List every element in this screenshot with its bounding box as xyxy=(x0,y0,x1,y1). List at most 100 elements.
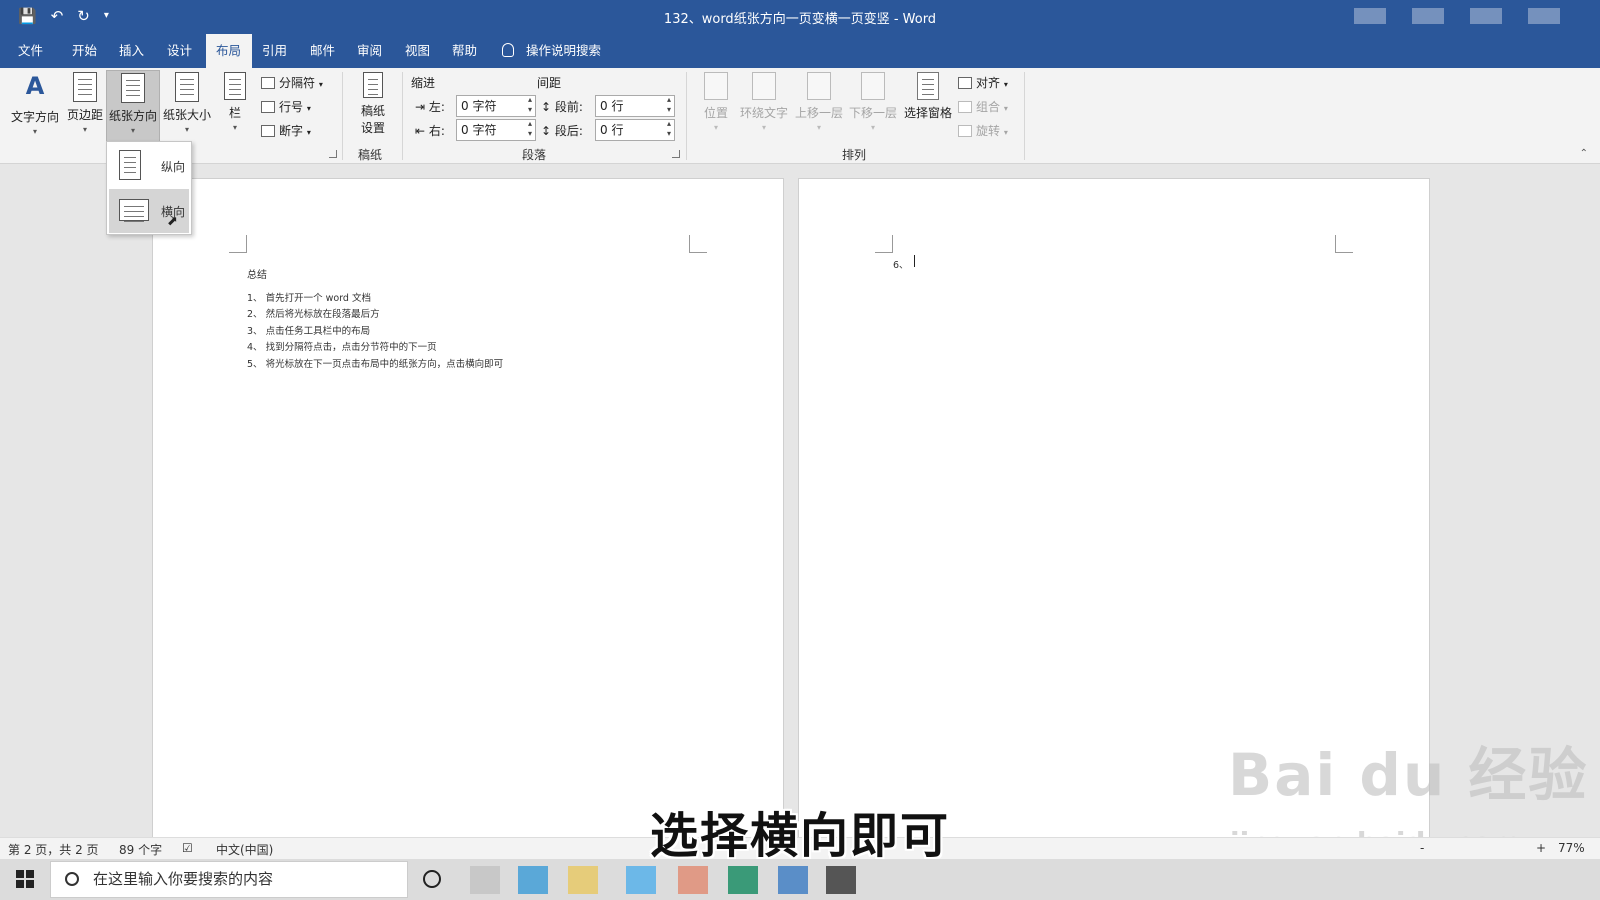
collapse-ribbon-icon[interactable]: ⌃ xyxy=(1580,148,1588,159)
corner-mark xyxy=(1335,235,1353,253)
wrap-text-button[interactable]: 环绕文字 ▾ xyxy=(736,72,792,132)
taskbar-app-icon[interactable] xyxy=(626,866,656,894)
close-button[interactable] xyxy=(1528,8,1560,24)
spacing-after-icon: ↕ xyxy=(541,124,552,138)
group-separator xyxy=(342,72,343,160)
chevron-down-icon: ▾ xyxy=(184,125,189,134)
chevron-down-icon: ▾ xyxy=(306,128,311,137)
tab-home[interactable]: 开始 xyxy=(62,34,107,68)
tab-references[interactable]: 引用 xyxy=(252,34,297,68)
line-numbers-button[interactable]: 行号 ▾ xyxy=(261,98,311,115)
chevron-down-icon: ▾ xyxy=(1003,128,1008,137)
taskbar-app-icon[interactable] xyxy=(518,866,548,894)
taskbar-app-icon[interactable] xyxy=(778,866,808,894)
list-item: 5、 将光标放在下一页点击布局中的纸张方向，点击横向即可 xyxy=(247,359,504,370)
corner-mark xyxy=(229,235,247,253)
indent-right-icon: ⇤ xyxy=(415,124,426,138)
corner-mark xyxy=(875,235,893,253)
ribbon-layout: A 文字方向 ▾ 页边距 ▾ 纸张方向 ▾ 纸张大小 ▾ 栏 ▾ 分隔符 ▾ 行… xyxy=(0,68,1600,164)
tab-review[interactable]: 审阅 xyxy=(347,34,392,68)
columns-button[interactable]: 栏 ▾ xyxy=(220,72,250,132)
indent-left-label: ⇥ 左: xyxy=(415,100,445,114)
taskbar-app-icon[interactable] xyxy=(568,866,598,894)
mouse-pointer-icon: ⬈ xyxy=(167,214,178,229)
tab-help[interactable]: 帮助 xyxy=(442,34,487,68)
taskbar-app-icon[interactable] xyxy=(678,866,708,894)
orientation-button[interactable]: 纸张方向 ▾ xyxy=(106,70,160,142)
spacing-before-icon: ↕ xyxy=(541,100,552,114)
bring-forward-button[interactable]: 上移一层 ▾ xyxy=(792,72,846,132)
manuscript-icon xyxy=(363,72,383,98)
chevron-down-icon: ▾ xyxy=(761,123,766,132)
windows-start-icon[interactable] xyxy=(16,870,34,888)
bring-forward-icon xyxy=(807,72,831,100)
chevron-down-icon: ▾ xyxy=(870,123,875,132)
tab-file[interactable]: 文件 xyxy=(8,34,53,68)
tab-mailings[interactable]: 邮件 xyxy=(300,34,345,68)
position-button[interactable]: 位置 ▾ xyxy=(696,72,736,132)
indent-left-icon: ⇥ xyxy=(415,100,426,114)
indent-right-input[interactable]: 0 字符 xyxy=(456,119,536,141)
taskbar-app-icon[interactable] xyxy=(826,866,856,894)
send-backward-button[interactable]: 下移一层 ▾ xyxy=(846,72,900,132)
windows-taskbar: 在这里输入你要搜索的内容 xyxy=(0,859,1600,900)
group-separator xyxy=(402,72,403,160)
breaks-button[interactable]: 分隔符 ▾ xyxy=(261,74,323,91)
orientation-icon xyxy=(121,73,145,103)
size-button[interactable]: 纸张大小 ▾ xyxy=(160,72,214,134)
indent-right-label: ⇤ 右: xyxy=(415,124,445,138)
orientation-portrait-option[interactable]: 纵向 xyxy=(109,144,189,188)
arrange-group-label: 排列 xyxy=(842,148,867,162)
taskbar-search-input[interactable]: 在这里输入你要搜索的内容 xyxy=(50,861,408,898)
chevron-down-icon: ▾ xyxy=(82,125,87,134)
send-backward-icon xyxy=(861,72,885,100)
window-controls xyxy=(1354,8,1560,24)
list-item: 3、 点击任务工具栏中的布局 xyxy=(247,326,371,337)
spacing-after-input[interactable]: 0 行 xyxy=(595,119,675,141)
tab-layout[interactable]: 布局 xyxy=(206,34,252,68)
ribbon-tabs: 文件 开始 插入 设计 布局 引用 邮件 审阅 视图 帮助 操作说明搜索 xyxy=(0,34,1600,68)
text-direction-button[interactable]: A 文字方向 ▾ xyxy=(8,72,62,136)
chevron-down-icon: ▾ xyxy=(713,123,718,132)
spacing-before-input[interactable]: 0 行 xyxy=(595,95,675,117)
tab-insert[interactable]: 插入 xyxy=(109,34,154,68)
tab-design[interactable]: 设计 xyxy=(157,34,202,68)
text-cursor xyxy=(914,255,915,267)
tab-view[interactable]: 视图 xyxy=(395,34,440,68)
page-1: 总结 1、 首先打开一个 word 文档 2、 然后将光标放在段落最后方 3、 … xyxy=(152,178,784,840)
minimize-button[interactable] xyxy=(1354,8,1386,24)
maximize-button[interactable] xyxy=(1412,8,1444,24)
chevron-down-icon: ▾ xyxy=(1003,104,1008,113)
group-button[interactable]: 组合 ▾ xyxy=(958,98,1008,115)
paragraph-launcher-icon[interactable] xyxy=(672,150,680,158)
cortana-icon[interactable] xyxy=(423,870,441,888)
chevron-down-icon: ▾ xyxy=(816,123,821,132)
orientation-dropdown: 纵向 横向 ⬈ xyxy=(106,141,192,235)
taskbar-app-icon[interactable] xyxy=(470,866,500,894)
group-icon xyxy=(958,101,972,113)
tell-me-search[interactable]: 操作说明搜索 xyxy=(502,34,601,68)
margins-button[interactable]: 页边距 ▾ xyxy=(64,72,106,134)
align-button[interactable]: 对齐 ▾ xyxy=(958,74,1008,91)
group-separator xyxy=(1024,72,1025,160)
manuscript-setup-button[interactable]: 稿纸 设置 xyxy=(354,72,392,136)
selection-pane-icon xyxy=(917,72,939,100)
title-bar: 💾 ↶ ↻ ▾ 132、word纸张方向一页变横一页变竖 - Word xyxy=(0,0,1600,34)
taskbar-app-icon[interactable] xyxy=(728,866,758,894)
indent-left-input[interactable]: 0 字符 xyxy=(456,95,536,117)
selection-pane-button[interactable]: 选择窗格 xyxy=(900,72,956,121)
chevron-down-icon: ▾ xyxy=(232,123,237,132)
text-direction-icon: A xyxy=(25,72,45,100)
search-icon xyxy=(65,872,79,886)
restore-button[interactable] xyxy=(1470,8,1502,24)
list-item: 1、 首先打开一个 word 文档 xyxy=(247,293,371,304)
wrap-text-icon xyxy=(752,72,776,100)
hyphenation-button[interactable]: 断字 ▾ xyxy=(261,122,311,139)
page-setup-launcher-icon[interactable] xyxy=(329,150,337,158)
rotate-button[interactable]: 旋转 ▾ xyxy=(958,122,1008,139)
portrait-page-icon xyxy=(119,150,141,180)
spacing-before-label: ↕ 段前: xyxy=(541,100,583,114)
chevron-down-icon: ▾ xyxy=(318,80,323,89)
landscape-page-icon xyxy=(119,199,149,221)
corner-mark xyxy=(689,235,707,253)
